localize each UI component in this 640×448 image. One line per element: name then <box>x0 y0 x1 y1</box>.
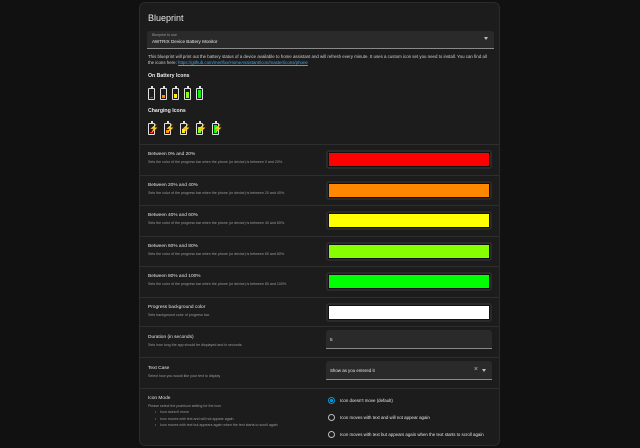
battery-charging-icon: ⚡ <box>196 121 207 135</box>
color-row-title: Between 60% and 80% <box>148 243 198 249</box>
divider <box>140 388 499 389</box>
color-swatch[interactable] <box>328 305 490 320</box>
color-picker[interactable] <box>326 272 492 292</box>
charging-icons: ⚡ ⚡ ⚡ ⚡ ⚡ <box>148 121 223 135</box>
divider <box>140 266 499 268</box>
chevron-down-icon[interactable] <box>484 37 488 40</box>
icon-mode-bullets: Icon doesn't move Icon moves with text a… <box>155 409 278 429</box>
color-swatch[interactable] <box>328 182 490 198</box>
color-row-title: Between 80% and 100% <box>148 274 201 280</box>
battery-icon <box>184 86 191 100</box>
duration-input[interactable]: 5 <box>326 330 492 349</box>
duration-title: Duration (in seconds) <box>148 335 194 340</box>
list-item: Icon moves with text but appears again w… <box>155 422 278 429</box>
lightning-icon: ⚡ <box>149 124 159 133</box>
blueprint-description: This blueprint will print out the batter… <box>148 54 494 66</box>
divider <box>140 174 499 176</box>
close-icon[interactable]: × <box>474 366 478 373</box>
lightning-icon: ⚡ <box>181 124 191 133</box>
color-row-desc: Sets the color of the progress bar when … <box>148 251 286 256</box>
battery-charging-icon: ⚡ <box>164 121 175 135</box>
color-swatch[interactable] <box>328 243 490 259</box>
battery-icon <box>196 86 203 100</box>
radio-label: Icon moves with text and will not appear… <box>340 415 430 420</box>
radio-circle[interactable] <box>328 397 335 404</box>
text-case-value: Show as you entered it <box>330 368 375 373</box>
lightning-icon: ⚡ <box>197 124 207 133</box>
blueprint-select[interactable]: Blueprint to use AWTRIX Device Battery M… <box>147 31 494 49</box>
divider <box>140 357 499 358</box>
color-swatch[interactable] <box>328 152 490 167</box>
battery-charging-icon: ⚡ <box>148 121 159 135</box>
icon-mode-desc: Please select the pushicon setting for t… <box>148 404 222 408</box>
color-swatch[interactable] <box>328 274 490 290</box>
color-picker[interactable] <box>326 150 492 169</box>
icons-link[interactable]: https://github.com/merlfox/HomeAssistant… <box>178 60 308 65</box>
divider <box>140 235 499 237</box>
on-battery-heading: On Battery Icons <box>148 73 190 79</box>
color-picker[interactable] <box>326 211 492 231</box>
icon-mode-title: Icon Mode <box>148 396 171 401</box>
divider <box>140 144 499 145</box>
charging-heading: Charging Icons <box>148 108 186 114</box>
text-case-desc: Select how you would like your text to d… <box>148 374 221 378</box>
color-row-title: Between 0% and 20% <box>148 152 196 157</box>
radio-circle[interactable] <box>328 431 335 438</box>
color-row-title: Between 40% and 60% <box>148 213 198 219</box>
on-battery-icons <box>148 86 203 100</box>
color-row-desc: Sets the color of the progress bar when … <box>148 282 288 287</box>
color-row-title: Between 20% and 40% <box>148 182 198 188</box>
duration-desc: Sets how long the app should be displaye… <box>148 343 243 347</box>
chevron-down-icon[interactable] <box>482 369 486 372</box>
duration-value: 5 <box>330 337 333 342</box>
icon-mode-radio[interactable]: Icon doesn't move (default) <box>328 397 393 404</box>
color-picker[interactable] <box>326 303 492 322</box>
battery-charging-icon: ⚡ <box>212 121 223 135</box>
battery-icon <box>160 86 167 100</box>
text-case-title: Text Case <box>148 366 170 371</box>
blueprint-select-label: Blueprint to use <box>152 33 177 37</box>
color-swatch[interactable] <box>328 213 490 229</box>
radio-circle[interactable] <box>328 414 335 421</box>
blueprint-card: Blueprint Blueprint to use AWTRIX Device… <box>139 2 500 446</box>
color-row-desc: Sets the color of the progress bar when … <box>148 160 284 164</box>
blueprint-select-value: AWTRIX Device Battery Monitor <box>152 39 218 44</box>
divider <box>140 326 499 327</box>
radio-label: Icon moves with text but appears again w… <box>340 432 484 437</box>
divider <box>140 205 499 207</box>
card-title: Blueprint <box>148 13 184 23</box>
color-picker[interactable] <box>326 180 492 200</box>
battery-icon <box>148 86 155 100</box>
text-case-select[interactable]: Show as you entered it × <box>326 361 492 380</box>
lightning-icon: ⚡ <box>165 124 175 133</box>
radio-label: Icon doesn't move (default) <box>340 398 393 403</box>
icon-mode-radio[interactable]: Icon moves with text and will not appear… <box>328 414 430 421</box>
color-row-desc: Sets the color of the progress bar when … <box>148 190 286 195</box>
divider <box>140 297 499 298</box>
lightning-icon: ⚡ <box>213 124 223 133</box>
battery-charging-icon: ⚡ <box>180 121 191 135</box>
color-row-desc: Sets background color of progress bar. <box>148 313 210 317</box>
color-row-desc: Sets the color of the progress bar when … <box>148 221 286 226</box>
battery-icon <box>172 86 179 100</box>
color-row-title: Progress background color <box>148 305 206 310</box>
icon-mode-radio[interactable]: Icon moves with text but appears again w… <box>328 431 484 438</box>
color-picker[interactable] <box>326 241 492 261</box>
